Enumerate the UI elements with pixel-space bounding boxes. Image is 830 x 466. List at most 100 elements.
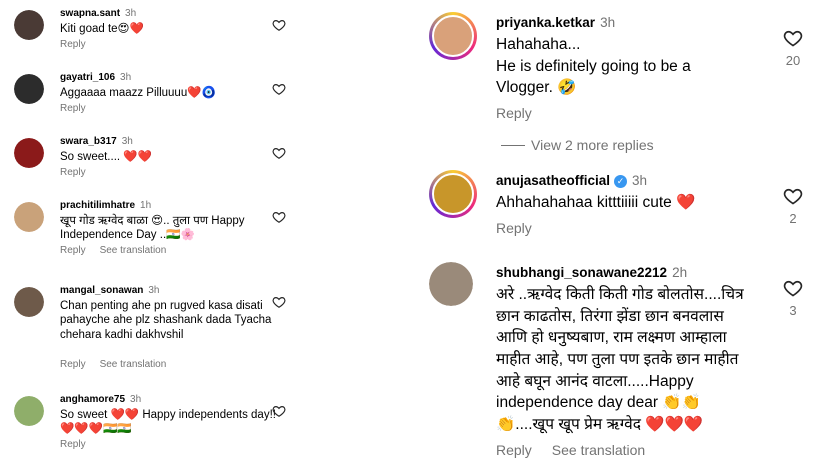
verified-badge-icon: ✓: [614, 175, 628, 188]
comment-text-line: independence day dear 👏👏: [496, 394, 701, 412]
like-heart-icon[interactable]: [272, 404, 286, 418]
reply-button[interactable]: Reply: [60, 359, 86, 370]
avatar[interactable]: [14, 396, 44, 426]
comment-text-line: छान काढतोस, तिरंगा झेंडा छान बनवलास: [496, 307, 724, 325]
username[interactable]: shubhangi_sonawane2212 2h: [496, 265, 687, 280]
see-translation-button[interactable]: See translation: [552, 442, 645, 458]
right-comments-panel: priyanka.ketkar 3h Hahahaha... He is defini…: [415, 0, 830, 466]
avatar[interactable]: [14, 74, 44, 104]
comment-actions: Reply: [496, 105, 552, 121]
username[interactable]: swara_b317 3h: [60, 136, 133, 147]
reply-button[interactable]: Reply: [60, 103, 86, 114]
reply-button[interactable]: Reply: [60, 39, 86, 50]
avatar[interactable]: [14, 202, 44, 232]
username-text[interactable]: gayatri_106: [60, 72, 115, 83]
username-text[interactable]: priyanka.ketkar: [496, 15, 595, 30]
username[interactable]: swapna.sant 3h: [60, 8, 136, 19]
comment-text: Hahahaha... He is definitely going to be …: [496, 34, 771, 99]
avatar[interactable]: [429, 262, 473, 306]
like-count: 2: [789, 211, 797, 226]
avatar-image: [432, 15, 474, 57]
username-text[interactable]: anghamore75: [60, 394, 125, 405]
comment-actions: Reply See translation: [496, 442, 659, 458]
comment-text-line: He is definitely going to be a: [496, 57, 691, 75]
comment-text: So sweet ❤️❤️ Happy independents day!! ❤…: [60, 409, 276, 436]
avatar-image: [14, 396, 44, 426]
username[interactable]: anujasatheofficial ✓ 3h: [496, 173, 647, 188]
like-heart-icon[interactable]: [272, 18, 286, 32]
comment-timestamp: 3h: [120, 72, 132, 83]
avatar-image: [14, 287, 44, 317]
avatar-image: [14, 138, 44, 168]
comment-text: Ahhahahahaa kitttiiiii cute ❤️: [496, 192, 771, 214]
view-more-line-divider: [501, 145, 525, 146]
comment-timestamp: 3h: [632, 173, 648, 188]
like-count: 20: [785, 53, 801, 68]
username-text[interactable]: mangal_sonawan: [60, 285, 143, 296]
like-heart-icon[interactable]: [272, 295, 286, 309]
username-text[interactable]: swara_b317: [60, 136, 117, 147]
comment-actions: Reply See translation: [60, 359, 180, 370]
reply-button[interactable]: Reply: [496, 105, 532, 121]
left-comments-panel: swapna.sant 3h Kiti goad te😍❤️ Reply gayatri…: [0, 0, 300, 466]
comment-timestamp: 3h: [121, 136, 133, 147]
avatar[interactable]: [14, 138, 44, 168]
comment-timestamp: 3h: [600, 15, 616, 30]
see-translation-button[interactable]: See translation: [100, 245, 167, 256]
avatar-image: [14, 10, 44, 40]
username-text[interactable]: swapna.sant: [60, 8, 120, 19]
username[interactable]: anghamore75 3h: [60, 394, 141, 405]
reply-button[interactable]: Reply: [60, 439, 86, 450]
username-text[interactable]: prachitilimhatre: [60, 200, 135, 211]
comment-actions: Reply: [60, 103, 100, 114]
comment-timestamp: 3h: [148, 285, 160, 296]
see-translation-button[interactable]: See translation: [100, 359, 167, 370]
reply-button[interactable]: Reply: [496, 220, 532, 236]
like-heart-icon[interactable]: [272, 146, 286, 160]
comment-actions: Reply: [60, 167, 100, 178]
comment-text-line: अरे ..ऋग्वेद किती किती गोड बोलतोस....चित…: [496, 286, 744, 303]
comment-text-line: माहीत आहे, पण तुला पण इतके छान माहीत: [496, 351, 739, 369]
like-heart-icon[interactable]: [272, 82, 286, 96]
reply-button[interactable]: Reply: [60, 245, 86, 256]
username[interactable]: mangal_sonawan 3h: [60, 285, 159, 296]
comment-text: खूप गोड ऋग्वेद बाळा 😍.. तुला पण Happy In…: [60, 215, 245, 242]
comment-text: Aggaaaa maazz Pilluuuu❤️🧿: [60, 87, 216, 99]
comment-actions: Reply: [60, 39, 100, 50]
username[interactable]: gayatri_106 3h: [60, 72, 131, 83]
avatar[interactable]: [429, 170, 477, 218]
comment-actions: Reply: [496, 220, 552, 236]
comment-timestamp: 1h: [140, 200, 152, 211]
like-heart-icon[interactable]: [783, 186, 803, 206]
comment-text: अरे ..ऋग्वेद किती किती गोड बोलतोस....चित…: [496, 284, 771, 436]
comment-text-line: Vlogger. 🤣: [496, 79, 577, 97]
comment-text: Chan penting ahe pn rugved kasa disati p…: [60, 300, 272, 341]
like-heart-icon[interactable]: [272, 210, 286, 224]
like-heart-icon[interactable]: [783, 28, 803, 48]
reply-button[interactable]: Reply: [60, 167, 86, 178]
avatar[interactable]: [429, 12, 477, 60]
comment-text-line: Ahhahahahaa kitttiiiii cute ❤️: [496, 194, 696, 211]
view-more-replies-button[interactable]: View 2 more replies: [501, 137, 654, 153]
comment-text: So sweet.... ❤️❤️: [60, 151, 152, 163]
comment-actions: Reply See translation: [60, 245, 180, 256]
avatar-image: [432, 173, 474, 215]
comment-text-line: आहे बघून आनंद वाटला.....Happy: [496, 372, 694, 390]
like-heart-icon[interactable]: [783, 278, 803, 298]
avatar-image: [429, 262, 473, 306]
username-text[interactable]: anujasatheofficial: [496, 173, 610, 188]
avatar-image: [14, 74, 44, 104]
username[interactable]: priyanka.ketkar 3h: [496, 15, 615, 30]
view-more-replies-label[interactable]: View 2 more replies: [531, 137, 654, 153]
username-text[interactable]: shubhangi_sonawane2212: [496, 265, 667, 280]
reply-button[interactable]: Reply: [496, 442, 532, 458]
username[interactable]: prachitilimhatre 1h: [60, 200, 151, 211]
avatar[interactable]: [14, 10, 44, 40]
comment-timestamp: 3h: [125, 8, 137, 19]
comment-text-line: 👏....खूप खूप प्रेम ऋग्वेद ❤️❤️❤️: [496, 416, 704, 434]
avatar[interactable]: [14, 287, 44, 317]
comment-timestamp: 3h: [130, 394, 142, 405]
like-count: 3: [789, 303, 797, 318]
comment-timestamp: 2h: [672, 265, 688, 280]
comment-text-line: Hahahaha...: [496, 36, 581, 53]
